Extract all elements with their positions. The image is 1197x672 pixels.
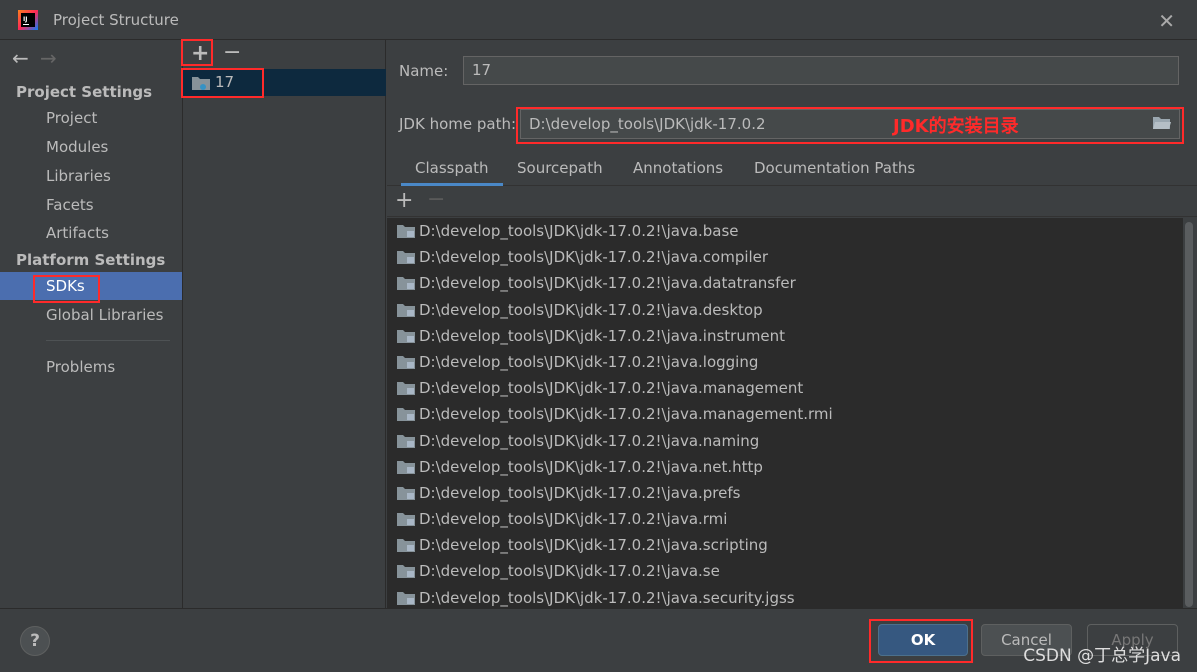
sdk-detail-panel: Name: 17 JDK home path: D:\develop_tools… xyxy=(387,40,1197,608)
remove-sdk-icon[interactable]: − xyxy=(223,40,241,65)
jar-folder-icon xyxy=(397,539,415,553)
classpath-row-label: D:\develop_tools\JDK\jdk-17.0.2!\java.ba… xyxy=(419,222,739,240)
classpath-row[interactable]: D:\develop_tools\JDK\jdk-17.0.2!\java.sc… xyxy=(387,532,1183,558)
classpath-row[interactable]: D:\develop_tools\JDK\jdk-17.0.2!\java.ma… xyxy=(387,375,1183,401)
remove-path-icon[interactable]: − xyxy=(427,187,445,212)
classpath-row[interactable]: D:\develop_tools\JDK\jdk-17.0.2!\java.co… xyxy=(387,244,1183,270)
install-directory-annotation: JDK的安装目录 xyxy=(893,116,1019,137)
jar-folder-icon xyxy=(397,382,415,396)
classpath-row-label: D:\develop_tools\JDK\jdk-17.0.2!\java.ne… xyxy=(419,457,763,476)
sdk-list-item[interactable]: 17 xyxy=(183,69,386,96)
csdn-watermark: CSDN @丁总学Java xyxy=(1023,646,1181,666)
classpath-row[interactable]: D:\develop_tools\JDK\jdk-17.0.2!\java.in… xyxy=(387,323,1183,349)
nav-item-global-libraries[interactable]: Global Libraries xyxy=(0,301,182,329)
jar-folder-icon xyxy=(397,355,415,369)
classpath-row-label: D:\develop_tools\JDK\jdk-17.0.2!\java.in… xyxy=(419,326,786,345)
classpath-row-label: D:\develop_tools\JDK\jdk-17.0.2!\java.sc… xyxy=(419,536,768,555)
jdk-home-path-value: D:\develop_tools\JDK\jdk-17.0.2 xyxy=(529,115,766,133)
classpath-row-label: D:\develop_tools\JDK\jdk-17.0.2!\java.ma… xyxy=(419,379,804,398)
intellij-app-icon: IJ xyxy=(18,10,38,30)
classpath-row-label: D:\develop_tools\JDK\jdk-17.0.2!\java.na… xyxy=(419,431,760,450)
tab-annotations[interactable]: Annotations xyxy=(633,150,723,186)
jar-folder-icon xyxy=(397,513,415,527)
tab-sourcepath[interactable]: Sourcepath xyxy=(517,150,603,186)
classpath-row-label: D:\develop_tools\JDK\jdk-17.0.2!\java.se… xyxy=(419,588,795,607)
classpath-row[interactable]: D:\develop_tools\JDK\jdk-17.0.2!\java.de… xyxy=(387,297,1183,323)
classpath-row[interactable]: D:\develop_tools\JDK\jdk-17.0.2!\java.lo… xyxy=(387,349,1183,375)
nav-item-modules[interactable]: Modules xyxy=(0,133,182,161)
classpath-row-label: D:\develop_tools\JDK\jdk-17.0.2!\java.ma… xyxy=(419,405,833,424)
classpath-row[interactable]: D:\develop_tools\JDK\jdk-17.0.2!\java.da… xyxy=(387,270,1183,296)
jdk-home-path-label: JDK home path: xyxy=(399,115,517,133)
jar-folder-icon xyxy=(397,486,415,500)
add-path-icon[interactable]: + xyxy=(395,188,413,213)
classpath-row-label: D:\develop_tools\JDK\jdk-17.0.2!\java.da… xyxy=(419,274,796,293)
classpath-row-label: D:\develop_tools\JDK\jdk-17.0.2!\java.de… xyxy=(419,300,763,319)
nav-item-artifacts[interactable]: Artifacts xyxy=(0,219,182,247)
browse-folder-icon[interactable] xyxy=(1153,115,1171,131)
path-tabs: Classpath Sourcepath Annotations Documen… xyxy=(387,150,1197,186)
nav-item-sdks[interactable]: SDKs xyxy=(0,272,182,300)
jdk-home-path-field[interactable]: D:\develop_tools\JDK\jdk-17.0.2 xyxy=(520,109,1180,139)
classpath-row-label: D:\develop_tools\JDK\jdk-17.0.2!\java.rm… xyxy=(419,510,728,529)
nav-item-libraries[interactable]: Libraries xyxy=(0,162,182,190)
classpath-row-label: D:\develop_tools\JDK\jdk-17.0.2!\java.lo… xyxy=(419,352,759,371)
ok-button[interactable]: OK xyxy=(878,624,968,656)
title-bar: IJ Project Structure ✕ xyxy=(0,0,1197,40)
jar-folder-icon xyxy=(397,225,415,238)
svg-text:IJ: IJ xyxy=(23,16,27,23)
settings-navigation: ← → Project Settings Project Modules Libr… xyxy=(0,40,183,608)
classpath-row[interactable]: D:\develop_tools\JDK\jdk-17.0.2!\java.se xyxy=(387,558,1183,584)
classpath-row[interactable]: D:\develop_tools\JDK\jdk-17.0.2!\java.se… xyxy=(387,585,1183,608)
jar-folder-icon xyxy=(397,408,415,422)
classpath-toolbar: + − xyxy=(387,187,1197,217)
add-sdk-icon[interactable]: + xyxy=(191,41,209,66)
classpath-list[interactable]: D:\develop_tools\JDK\jdk-17.0.2!\java.ba… xyxy=(387,218,1183,608)
jar-folder-icon xyxy=(397,251,415,265)
nav-item-facets[interactable]: Facets xyxy=(0,191,182,219)
window-title: Project Structure xyxy=(53,11,179,29)
tab-classpath[interactable]: Classpath xyxy=(401,150,503,186)
nav-item-project[interactable]: Project xyxy=(0,104,182,132)
sdk-list-panel: + − 17 xyxy=(183,40,386,608)
classpath-row[interactable]: D:\develop_tools\JDK\jdk-17.0.2!\java.rm… xyxy=(387,506,1183,532)
jar-folder-icon xyxy=(397,565,415,579)
jar-folder-icon xyxy=(397,303,415,317)
classpath-row[interactable]: D:\develop_tools\JDK\jdk-17.0.2!\java.ne… xyxy=(387,454,1183,480)
jar-folder-icon xyxy=(397,329,415,343)
help-button[interactable]: ? xyxy=(20,626,50,656)
classpath-row[interactable]: D:\develop_tools\JDK\jdk-17.0.2!\java.na… xyxy=(387,428,1183,454)
sdk-list-toolbar: + − xyxy=(183,40,386,68)
tab-documentation-paths[interactable]: Documentation Paths xyxy=(754,150,915,186)
scrollbar-thumb[interactable] xyxy=(1185,222,1193,607)
name-label: Name: xyxy=(399,62,449,80)
classpath-scrollbar[interactable] xyxy=(1185,218,1193,608)
classpath-row-label: D:\develop_tools\JDK\jdk-17.0.2!\java.se xyxy=(419,562,720,581)
jdk-folder-icon xyxy=(192,77,210,90)
back-arrow-icon[interactable]: ← xyxy=(12,46,40,70)
platform-settings-heading: Platform Settings xyxy=(16,251,166,269)
classpath-row-label: D:\develop_tools\JDK\jdk-17.0.2!\java.pr… xyxy=(419,483,741,502)
classpath-row[interactable]: D:\develop_tools\JDK\jdk-17.0.2!\java.ma… xyxy=(387,401,1183,427)
nav-item-problems[interactable]: Problems xyxy=(0,353,182,381)
close-icon[interactable]: ✕ xyxy=(1158,9,1175,33)
project-settings-heading: Project Settings xyxy=(16,83,153,101)
jar-folder-icon xyxy=(397,591,415,605)
jar-folder-icon xyxy=(397,434,415,448)
sdk-list-item-label: 17 xyxy=(215,73,235,91)
jar-folder-icon xyxy=(397,277,415,291)
classpath-row[interactable]: D:\develop_tools\JDK\jdk-17.0.2!\java.ba… xyxy=(387,218,1183,244)
dialog-button-bar: ? OK Cancel Apply CSDN @丁总学Java xyxy=(0,608,1197,672)
name-field[interactable]: 17 xyxy=(463,56,1179,85)
classpath-row-label: D:\develop_tools\JDK\jdk-17.0.2!\java.co… xyxy=(419,248,769,267)
nav-arrows: ← → xyxy=(12,46,68,70)
forward-arrow-icon[interactable]: → xyxy=(40,46,68,70)
classpath-row[interactable]: D:\develop_tools\JDK\jdk-17.0.2!\java.pr… xyxy=(387,480,1183,506)
nav-divider xyxy=(46,340,170,341)
jar-folder-icon xyxy=(397,460,415,474)
